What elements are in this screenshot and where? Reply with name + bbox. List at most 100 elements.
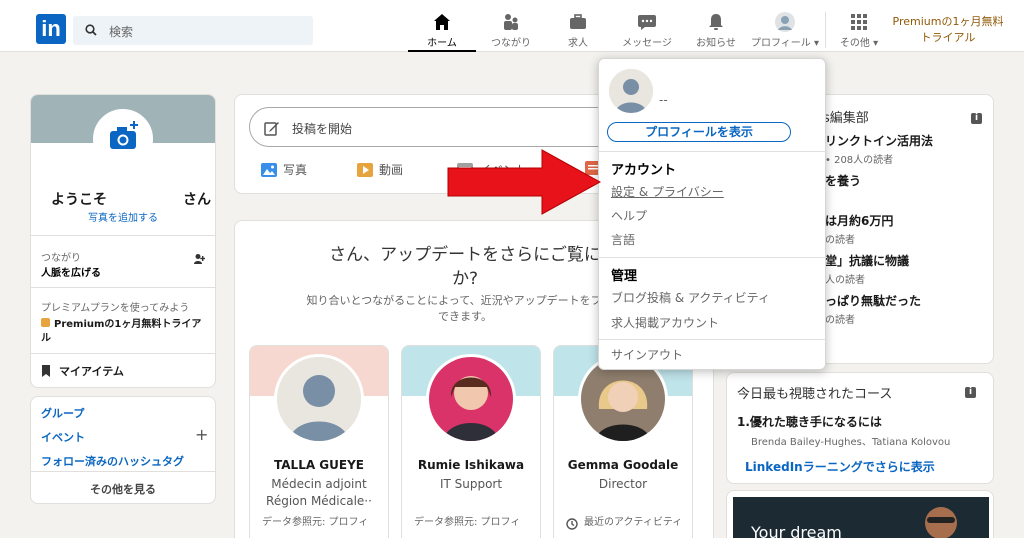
bookmark-icon bbox=[42, 365, 50, 377]
connections-label: つながり bbox=[41, 253, 81, 264]
nav-divider bbox=[825, 12, 826, 48]
divider bbox=[31, 287, 215, 288]
grid-icon bbox=[851, 14, 867, 30]
person-card[interactable]: Rumie Ishikawa IT Support データ参照元: プロフィ bbox=[401, 345, 541, 538]
add-person-icon[interactable] bbox=[193, 253, 205, 265]
divider bbox=[599, 257, 827, 258]
nav-more[interactable]: その他 ▾ bbox=[834, 12, 884, 52]
news-title: s編集部 bbox=[823, 111, 869, 126]
dropdown-avatar bbox=[609, 69, 653, 113]
settings-privacy-link[interactable]: 設定 & プライバシー bbox=[611, 183, 724, 200]
video-icon bbox=[357, 162, 373, 177]
search-input[interactable]: 検索 bbox=[73, 16, 313, 45]
my-items-link[interactable]: マイアイテム bbox=[41, 363, 124, 379]
nav-profile-label: プロフィール ▾ bbox=[750, 38, 819, 49]
ad-person-image bbox=[925, 507, 957, 538]
chevron-down-icon: ▾ bbox=[810, 38, 819, 49]
pencil-icon bbox=[264, 122, 279, 136]
profile-photo-placeholder[interactable] bbox=[93, 109, 153, 169]
courses-card: 今日最も視聴されたコース i 1.優れた聴き手になるには Brenda Bail… bbox=[726, 372, 994, 484]
nav-jobs[interactable]: 求人 bbox=[552, 12, 604, 52]
person-headline-line2: Région Médicale·· bbox=[266, 494, 372, 508]
network-icon bbox=[504, 14, 518, 30]
ad-card[interactable]: Your dream bbox=[726, 490, 994, 538]
news-item-title[interactable]: リンクトイン活用法 bbox=[825, 133, 933, 149]
photo-icon bbox=[261, 162, 277, 177]
manage-heading: 管理 bbox=[611, 269, 638, 284]
bell-icon bbox=[709, 14, 723, 30]
news-item-sub: • 208人の読者 bbox=[825, 155, 894, 166]
nav-messaging[interactable]: メッセージ bbox=[616, 12, 678, 52]
post-video-label: 動画 bbox=[379, 163, 404, 177]
premium-section[interactable]: プレミアムプランを使ってみよう Premiumの1ヶ月無料トライアル bbox=[41, 299, 207, 346]
person-footer: データ参照元: プロフィ bbox=[414, 517, 521, 528]
premium-prompt: プレミアムプランを使ってみよう bbox=[41, 303, 190, 314]
default-avatar-icon bbox=[609, 69, 653, 113]
news-item-title[interactable]: を養う bbox=[825, 173, 861, 189]
linkedin-logo[interactable]: in bbox=[36, 14, 66, 44]
person-headline-line1: Director bbox=[598, 477, 648, 491]
person-name: Rumie Ishikawa bbox=[417, 458, 525, 472]
news-item-title[interactable]: 堂」抗議に物議 bbox=[825, 253, 909, 269]
person-photo-image bbox=[429, 357, 513, 441]
post-photo-button[interactable]: 写真 bbox=[261, 161, 307, 178]
divider bbox=[31, 353, 215, 354]
person-headline: IT Support bbox=[402, 476, 540, 493]
person-footer: 最近のアクティビティ bbox=[584, 517, 683, 528]
events-link[interactable]: イベント bbox=[41, 429, 85, 445]
search-icon bbox=[85, 24, 97, 36]
linkedin-learning-link[interactable]: LinkedInラーニングでさらに表示 bbox=[745, 458, 935, 475]
language-link[interactable]: 言語 bbox=[611, 231, 635, 248]
premium-icon bbox=[41, 318, 50, 327]
nav-jobs-label: 求人 bbox=[568, 38, 588, 49]
person-headline-line1: IT Support bbox=[439, 477, 503, 491]
nav-messaging-label: メッセージ bbox=[622, 38, 672, 49]
ad-headline: Your dream bbox=[751, 523, 842, 538]
premium-trial-link[interactable]: Premiumの1ヶ月無料 トライアル bbox=[888, 14, 1008, 46]
person-name: TALLA GUEYE bbox=[274, 458, 364, 472]
ad-image: Your dream bbox=[733, 497, 989, 538]
posts-activity-link[interactable]: ブログ投稿 & アクティビティ bbox=[611, 289, 770, 306]
divider bbox=[31, 235, 215, 236]
start-post-label: 投稿を開始 bbox=[292, 122, 353, 136]
home-icon bbox=[434, 14, 450, 30]
nav-profile[interactable]: プロフィール ▾ bbox=[746, 12, 824, 52]
chevron-down-icon: ▾ bbox=[869, 38, 879, 49]
person-name: Gemma Goodale bbox=[567, 458, 679, 472]
clock-icon bbox=[566, 518, 578, 530]
premium-line2: トライアル bbox=[920, 31, 976, 44]
divider bbox=[599, 151, 827, 152]
jobs-icon bbox=[570, 14, 586, 29]
nav-network-label: つながり bbox=[491, 38, 531, 49]
person-card[interactable]: TALLA GUEYE Médecin adjoint Région Médic… bbox=[249, 345, 389, 538]
info-icon[interactable]: i bbox=[965, 387, 976, 398]
help-link[interactable]: ヘルプ bbox=[611, 207, 647, 224]
post-video-button[interactable]: 動画 bbox=[357, 161, 403, 178]
job-posting-account-link[interactable]: 求人掲載アカウント bbox=[611, 314, 719, 331]
premium-trial-label: Premiumの1ヶ月無料トライアル bbox=[41, 319, 202, 344]
course-item-title[interactable]: 1.優れた聴き手になるには bbox=[737, 413, 882, 430]
see-more-button[interactable]: その他を見る bbox=[31, 481, 215, 497]
nav-notifications[interactable]: お知らせ bbox=[690, 12, 742, 52]
profile-dropdown-menu: -- プロフィールを表示 アカウント 設定 & プライバシー ヘルプ 言語 管理… bbox=[598, 58, 827, 370]
nav-notifications-label: お知らせ bbox=[696, 38, 736, 49]
news-item-title[interactable]: は月約6万円 bbox=[825, 213, 893, 229]
add-event-icon[interactable]: + bbox=[195, 425, 208, 444]
groups-link[interactable]: グループ bbox=[41, 405, 84, 421]
courses-title: 今日最も視聴されたコース bbox=[737, 387, 893, 402]
followed-hashtags-link[interactable]: フォロー済みのハッシュタグ bbox=[41, 453, 184, 469]
info-icon[interactable]: i bbox=[971, 113, 982, 124]
connections-section[interactable]: つながり 人脈を広げる bbox=[41, 249, 101, 279]
add-photo-link[interactable]: 写真を追加する bbox=[31, 209, 215, 224]
divider bbox=[31, 471, 215, 472]
view-profile-button[interactable]: プロフィールを表示 bbox=[607, 122, 791, 142]
account-heading: アカウント bbox=[611, 163, 677, 178]
person-card[interactable]: Gemma Goodale Director 最近のアクティビティ bbox=[553, 345, 693, 538]
nav-home-label: ホーム bbox=[427, 38, 457, 49]
post-photo-label: 写真 bbox=[283, 163, 308, 177]
avatar bbox=[775, 12, 795, 32]
sign-out-link[interactable]: サインアウト bbox=[611, 346, 683, 363]
nav-network[interactable]: つながり bbox=[482, 12, 540, 52]
news-item-title[interactable]: っぱり無駄だった bbox=[825, 293, 921, 309]
nav-home[interactable]: ホーム bbox=[408, 12, 476, 52]
